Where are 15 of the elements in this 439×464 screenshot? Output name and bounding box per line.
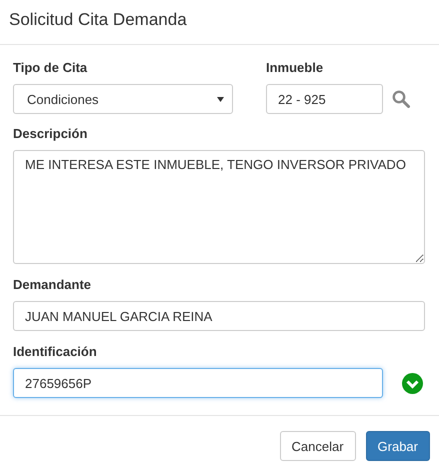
field-label: Inmueble [266,60,324,75]
search-icon[interactable] [392,90,410,108]
description-field[interactable]: ME INTERESA ESTE INMUEBLE, TENGO INVERSOR PRIVADO [13,150,425,264]
applicant-field[interactable]: JUAN MANUEL GARCIA REINA [13,301,425,331]
caret-icon [217,96,224,102]
type-select[interactable]: Condiciones [13,84,233,114]
window-title: Solicitud Cita Demanda [9,10,187,30]
save-button[interactable]: Grabar [366,431,430,461]
field-label: Demandante [13,277,92,292]
id-field[interactable]: 27659656P [13,368,383,398]
property-field[interactable]: 22 - 925 [266,84,383,114]
field-label: Descripción [13,126,88,141]
field-label: Identificación [13,344,97,359]
field-label: Tipo de Cita [13,60,88,75]
cancel-button[interactable]: Cancelar [280,431,356,461]
